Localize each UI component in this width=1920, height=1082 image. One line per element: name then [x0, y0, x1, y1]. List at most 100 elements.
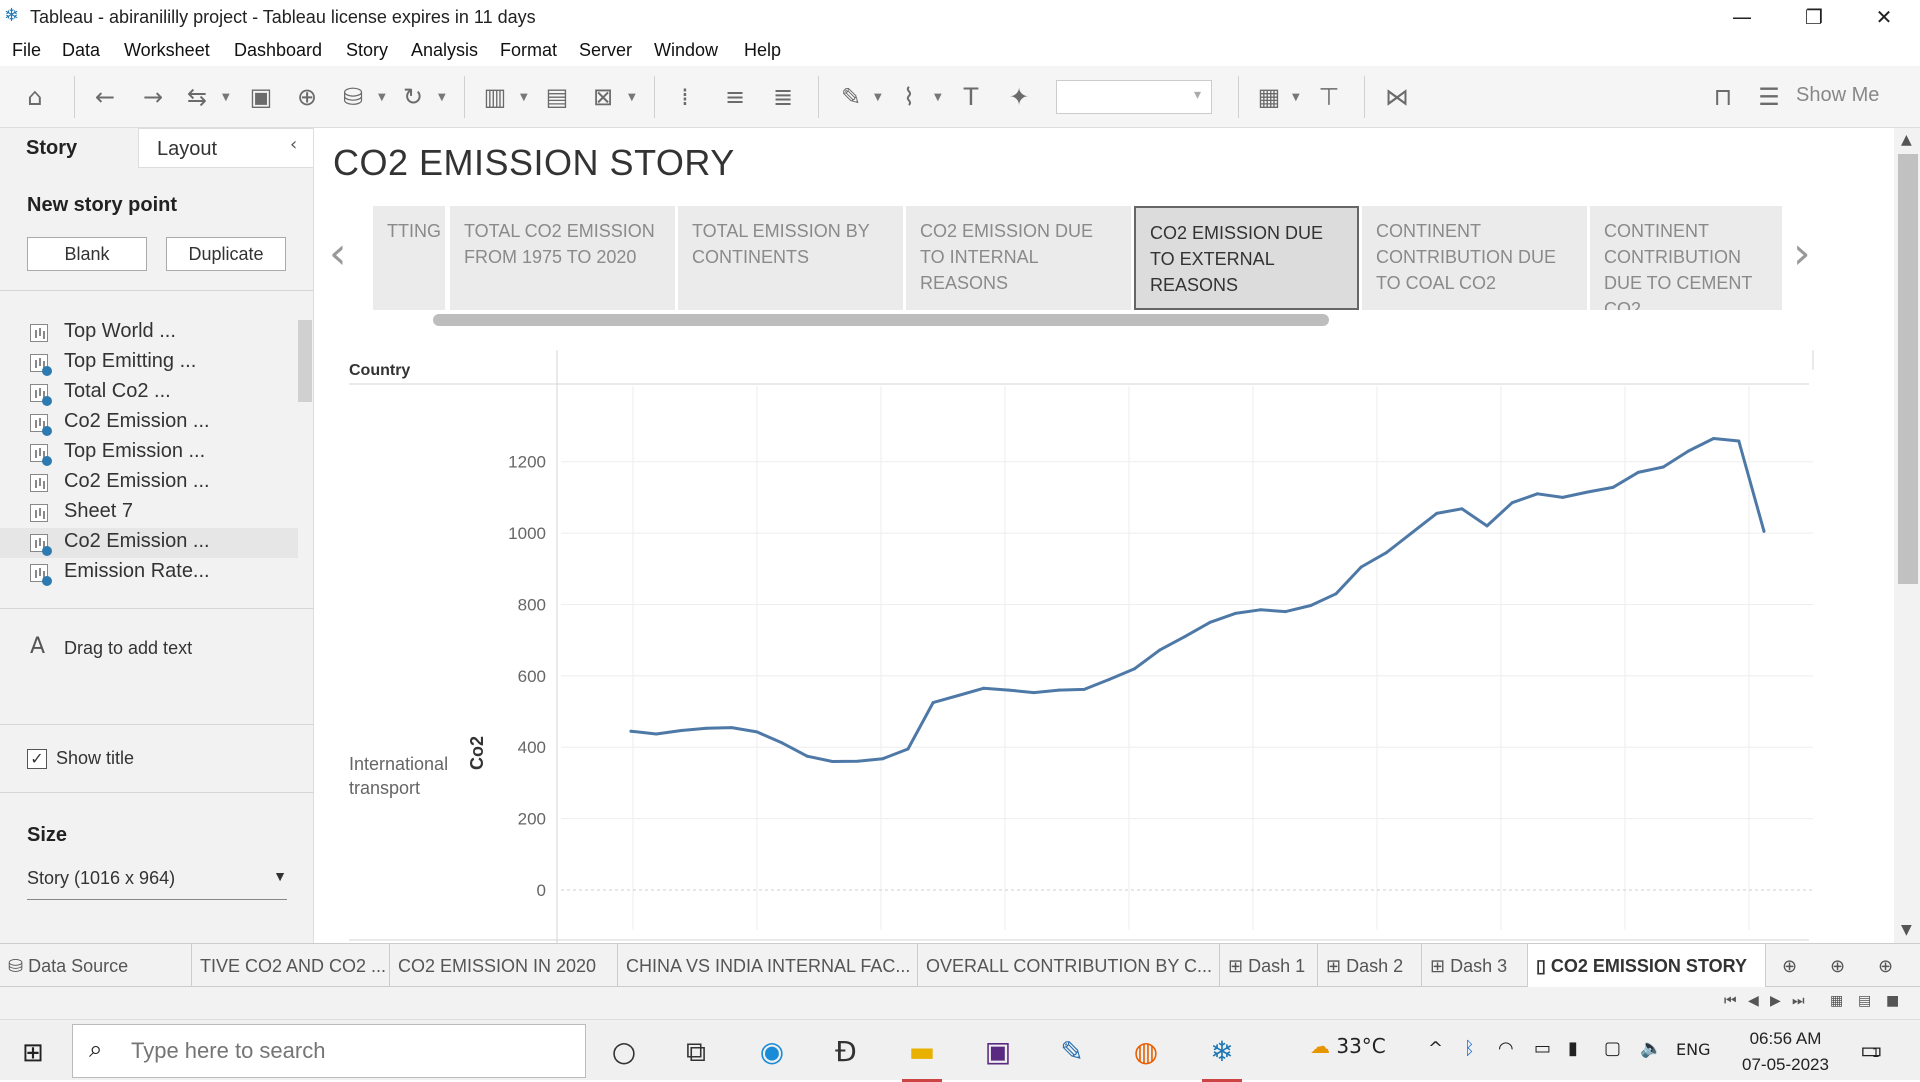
scroll-down-icon[interactable]: ▼: [1901, 922, 1912, 938]
story-point[interactable]: TTING: [373, 206, 445, 310]
story-point[interactable]: TOTAL EMISSION BY CONTINENTS: [678, 206, 903, 310]
notification-icon[interactable]: ▭ 1: [1860, 1036, 1883, 1064]
menu-story[interactable]: Story: [346, 40, 388, 61]
filmstrip-icon[interactable]: ▤: [1858, 993, 1871, 1009]
task-view-icon[interactable]: ⧉: [676, 1032, 716, 1072]
group-icon[interactable]: ⌇: [892, 80, 926, 114]
sheet-list-item[interactable]: Total Co2 ...: [0, 378, 298, 408]
menu-file[interactable]: File: [12, 40, 41, 61]
highlight-icon[interactable]: ✎: [834, 80, 868, 114]
sheet-tab[interactable]: CHINA VS INDIA INTERNAL FAC...: [618, 944, 918, 988]
sheet-list-item[interactable]: Co2 Emission ...: [0, 468, 298, 498]
previous-point-icon[interactable]: ‹: [329, 228, 347, 279]
sheet-tab[interactable]: ▯ CO2 EMISSION STORY: [1528, 944, 1766, 988]
labels-icon[interactable]: T: [954, 80, 988, 114]
drag-to-add-text[interactable]: Drag to add text: [64, 638, 192, 659]
chevron-down-icon[interactable]: ▼: [628, 92, 636, 103]
tabs-view-icon[interactable]: ■: [1886, 993, 1899, 1009]
search-input[interactable]: [131, 1037, 551, 1065]
menu-worksheet[interactable]: Worksheet: [124, 40, 210, 61]
taskbar-search[interactable]: ⌕: [72, 1024, 586, 1078]
home-icon[interactable]: ⌂: [18, 80, 52, 114]
next-sheet-icon[interactable]: ▶: [1770, 993, 1781, 1009]
sheet-tab[interactable]: OVERALL CONTRIBUTION BY C...: [918, 944, 1220, 988]
sheet-list-item[interactable]: Top Emission ...: [0, 438, 298, 468]
story-point[interactable]: CO2 EMISSION DUE TO EXTERNAL REASONS: [1134, 206, 1359, 310]
file-explorer-icon[interactable]: ▬: [902, 1032, 942, 1082]
chevron-down-icon[interactable]: ▼: [934, 92, 942, 103]
story-point[interactable]: CONTINENT CONTRIBUTION DUE TO CEMENT CO2: [1590, 206, 1782, 310]
minimize-button[interactable]: —: [1706, 0, 1778, 34]
sheet-list-item[interactable]: Co2 Emission ...: [0, 408, 298, 438]
navigator-scrollbar[interactable]: [433, 314, 1329, 326]
blank-button[interactable]: Blank: [27, 237, 147, 271]
new-dashboard-tab-icon[interactable]: ⊕: [1822, 944, 1868, 988]
edge-icon[interactable]: ◉: [752, 1032, 792, 1072]
presentation-mode-icon[interactable]: ⊤: [1312, 80, 1346, 114]
scrollbar-thumb[interactable]: [1898, 154, 1918, 584]
display-icon[interactable]: ▢: [1604, 1038, 1621, 1059]
meet-icon[interactable]: ▭: [1534, 1038, 1551, 1059]
menu-format[interactable]: Format: [500, 40, 557, 61]
volume-icon[interactable]: 🔈: [1640, 1038, 1662, 1059]
undo-icon[interactable]: ←: [88, 80, 122, 114]
wifi-icon[interactable]: ◠: [1498, 1038, 1514, 1059]
sheet-list-item[interactable]: Co2 Emission ...: [0, 528, 298, 558]
sheet-list-item[interactable]: Top Emitting ...: [0, 348, 298, 378]
show-me-button[interactable]: Show Me: [1796, 84, 1879, 107]
format-painter-icon[interactable]: ⊓: [1706, 80, 1740, 114]
clear-sheet-icon[interactable]: ⊠: [586, 80, 620, 114]
swap-icon[interactable]: ⁞: [668, 80, 702, 114]
new-worksheet-icon[interactable]: ▥: [478, 80, 512, 114]
menu-window[interactable]: Window: [654, 40, 718, 61]
sheet-tab[interactable]: ⊞ Dash 2: [1318, 944, 1422, 988]
battery-icon[interactable]: ▮: [1568, 1038, 1578, 1059]
chevron-down-icon[interactable]: ▼: [378, 92, 386, 103]
app-icon[interactable]: Ð: [826, 1032, 866, 1072]
sheet-tab[interactable]: TIVE CO2 AND CO2 ...: [192, 944, 390, 988]
sheet-tab[interactable]: ⛁ Data Source: [0, 944, 192, 988]
new-data-source-icon[interactable]: ⊕: [290, 80, 324, 114]
chevron-down-icon[interactable]: ▼: [520, 92, 528, 103]
language-indicator[interactable]: ENG: [1676, 1040, 1710, 1059]
show-me-icon[interactable]: ☰: [1754, 80, 1784, 114]
menu-data[interactable]: Data: [62, 40, 100, 61]
next-point-icon[interactable]: ›: [1793, 228, 1811, 279]
last-sheet-icon[interactable]: ⏭: [1792, 993, 1805, 1009]
tab-story[interactable]: Story: [0, 128, 138, 168]
tab-layout[interactable]: Layout: [138, 128, 314, 168]
new-story-tab-icon[interactable]: ⊕: [1870, 944, 1916, 988]
scroll-up-icon[interactable]: ▲: [1901, 132, 1912, 148]
sheet-list-scrollbar[interactable]: [298, 320, 312, 402]
refresh-icon[interactable]: ↻: [396, 80, 430, 114]
menu-dashboard[interactable]: Dashboard: [234, 40, 322, 61]
menu-server[interactable]: Server: [579, 40, 632, 61]
save-icon[interactable]: ▣: [244, 80, 278, 114]
menu-analysis[interactable]: Analysis: [411, 40, 478, 61]
story-point[interactable]: TOTAL CO2 EMISSION FROM 1975 TO 2020: [450, 206, 675, 310]
replace-data-icon[interactable]: ⇆: [180, 80, 214, 114]
menu-help[interactable]: Help: [744, 40, 781, 61]
weather-widget[interactable]: ☁ 33°C: [1310, 1034, 1386, 1058]
redo-icon[interactable]: →: [136, 80, 170, 114]
show-cards-icon[interactable]: ▦: [1252, 80, 1286, 114]
story-point[interactable]: CONTINENT CONTRIBUTION DUE TO COAL CO2: [1362, 206, 1587, 310]
editor-icon[interactable]: ✎: [1052, 1032, 1092, 1072]
share-icon[interactable]: ⋈: [1380, 80, 1414, 114]
vertical-scrollbar[interactable]: ▲ ▼: [1894, 128, 1920, 943]
cortana-icon[interactable]: ○: [604, 1032, 644, 1072]
windows-start-icon[interactable]: ⊞: [22, 1038, 44, 1068]
chevron-down-icon[interactable]: ▼: [222, 92, 230, 103]
close-button[interactable]: ✕: [1848, 0, 1920, 34]
prev-sheet-icon[interactable]: ◀: [1748, 993, 1759, 1009]
restore-button[interactable]: ❐: [1778, 0, 1850, 34]
duplicate-button[interactable]: Duplicate: [166, 237, 286, 271]
sort-descending-icon[interactable]: ≣: [766, 80, 800, 114]
story-size-select[interactable]: Story (1016 x 964) ▼: [27, 868, 287, 900]
duplicate-sheet-icon[interactable]: ▤: [540, 80, 574, 114]
tableau-taskbar-icon[interactable]: ❄: [1202, 1032, 1242, 1082]
sheet-sorter-icon[interactable]: ▦: [1830, 993, 1843, 1009]
new-worksheet-tab-icon[interactable]: ⊕: [1774, 944, 1820, 988]
sheet-list-item[interactable]: Sheet 7: [0, 498, 298, 528]
collapse-panel-icon[interactable]: ‹: [290, 134, 297, 155]
